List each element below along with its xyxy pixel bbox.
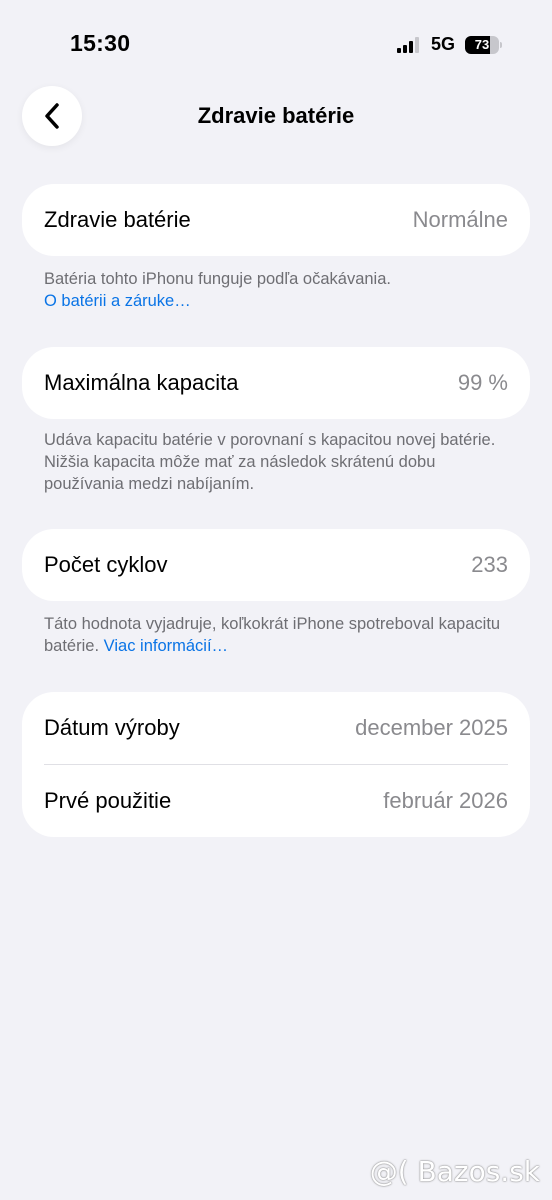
watermark: @( Bazos.sk — [369, 1155, 540, 1188]
battery-icon: 73 — [465, 35, 502, 54]
battery-health-row: Zdravie batérie Normálne — [22, 184, 530, 256]
first-use-value: február 2026 — [383, 788, 508, 813]
dates-card: Dátum výroby december 2025 Prvé použitie… — [22, 692, 530, 837]
manufacture-date-label: Dátum výroby — [44, 715, 180, 740]
cycle-count-row: Počet cyklov 233 — [22, 529, 530, 601]
battery-health-note: Batéria tohto iPhonu funguje podľa očaká… — [44, 268, 514, 312]
network-type: 5G — [430, 34, 455, 54]
max-capacity-card: Maximálna kapacita 99 % — [22, 347, 530, 419]
status-indicators: 5G 73 — [396, 34, 502, 55]
navigation-bar: Zdravie batérie — [0, 86, 552, 146]
status-time: 15:30 — [70, 30, 131, 56]
battery-health-value: Normálne — [412, 207, 508, 232]
max-capacity-row: Maximálna kapacita 99 % — [22, 347, 530, 419]
page-title: Zdravie batérie — [197, 103, 355, 128]
manufacture-date-row: Dátum výroby december 2025 — [22, 692, 530, 764]
battery-health-card: Zdravie batérie Normálne — [22, 184, 530, 256]
status-bar: 15:30 5G 73 — [0, 0, 552, 80]
manufacture-date-value: december 2025 — [355, 715, 508, 740]
cycle-count-label: Počet cyklov — [44, 552, 168, 577]
first-use-label: Prvé použitie — [44, 788, 172, 813]
first-use-row: Prvé použitie február 2026 — [22, 765, 530, 837]
battery-health-label: Zdravie batérie — [44, 207, 191, 232]
max-capacity-label: Maximálna kapacita — [44, 370, 239, 395]
cellular-signal-icon — [396, 36, 419, 53]
more-info-link[interactable]: Viac informácií… — [104, 637, 228, 655]
battery-health-description: Batéria tohto iPhonu funguje podľa očaká… — [44, 270, 391, 288]
max-capacity-value: 99 % — [457, 370, 508, 395]
max-capacity-note: Udáva kapacitu batérie v porovnaní s kap… — [44, 431, 496, 493]
cycle-count-value: 233 — [471, 552, 508, 577]
cycle-count-card: Počet cyklov 233 — [22, 529, 530, 601]
battery-warranty-link[interactable]: O batérii a záruke… — [44, 290, 514, 312]
cycle-count-note: Táto hodnota vyjadruje, koľkokrát iPhone… — [44, 613, 514, 657]
battery-level: 73 — [465, 35, 499, 54]
